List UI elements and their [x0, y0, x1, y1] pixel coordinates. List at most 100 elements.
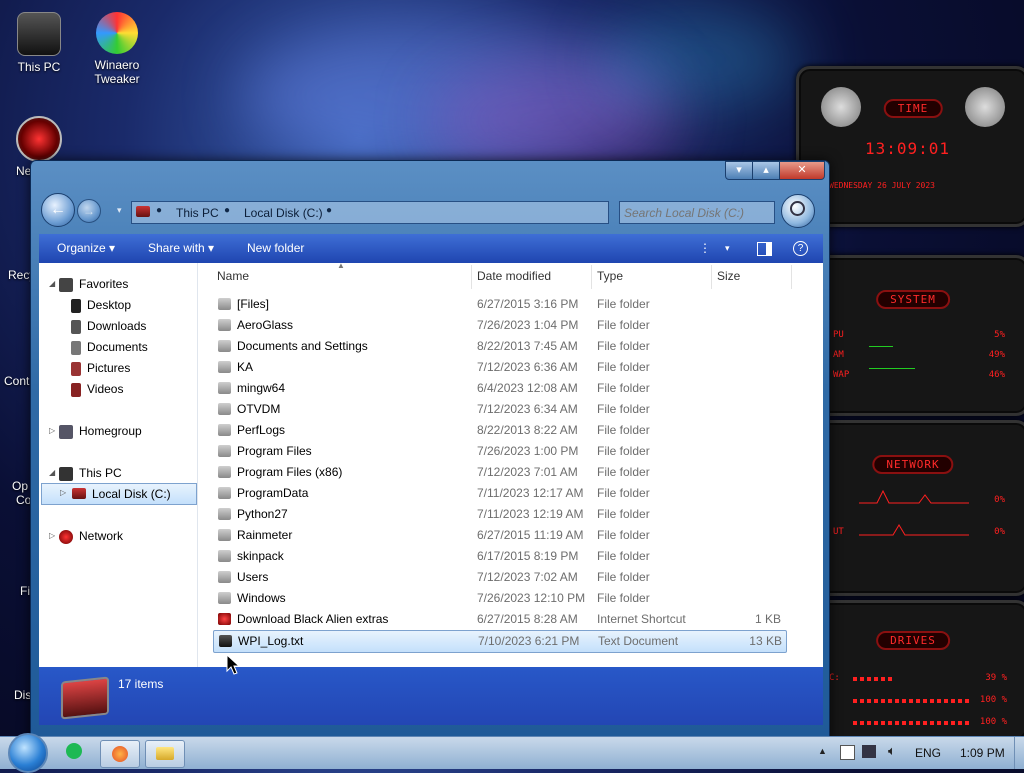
date-readout: WEDNESDAY 26 JULY 2023	[829, 181, 935, 190]
table-row[interactable]: PerfLogs 8/22/2013 8:22 AM File folder	[213, 420, 785, 441]
net-out-label: UT	[833, 527, 844, 537]
taskbar-app-spotify[interactable]	[66, 743, 82, 759]
help-button[interactable]: ?	[793, 241, 808, 256]
gadget-title: NETWORK	[872, 455, 954, 474]
column-divider[interactable]	[471, 265, 472, 289]
change-view-button[interactable]: ⋮	[699, 241, 711, 255]
folder-icon	[218, 592, 231, 604]
view-options-dropdown[interactable]: ▾	[725, 243, 730, 254]
nav-label: Pictures	[87, 361, 131, 375]
nav-this-pc[interactable]: This PC	[59, 463, 122, 483]
computer-icon	[59, 466, 73, 481]
table-row[interactable]: Windows 7/26/2023 12:10 PM File folder	[213, 588, 785, 609]
table-row[interactable]: OTVDM 7/12/2023 6:34 AM File folder	[213, 399, 785, 420]
volume-icon[interactable]: 🔈︎	[888, 743, 896, 759]
table-row[interactable]: mingw64 6/4/2023 12:08 AM File folder	[213, 378, 785, 399]
preview-pane-button[interactable]	[757, 242, 772, 256]
table-row[interactable]: Users 7/12/2023 7:02 AM File folder	[213, 567, 785, 588]
column-divider[interactable]	[711, 265, 712, 289]
file-date: 7/11/2023 12:19 AM	[477, 507, 584, 521]
column-header-size[interactable]: Size	[717, 269, 740, 283]
share-with-menu[interactable]: Share with ▾	[148, 241, 214, 255]
column-header-name[interactable]: Name	[217, 269, 249, 283]
search-box[interactable]	[619, 201, 775, 224]
show-desktop-button[interactable]	[1014, 737, 1024, 769]
file-type: File folder	[597, 318, 650, 332]
collapsed-triangle-icon[interactable]: ▷	[60, 488, 66, 497]
clock[interactable]: 1:09 PM	[960, 746, 1005, 760]
collapsed-triangle-icon[interactable]: ▷	[49, 531, 55, 540]
table-row[interactable]: Rainmeter 6/27/2015 11:19 AM File folder	[213, 525, 785, 546]
minimize-button[interactable]: ▾	[725, 161, 753, 180]
table-row[interactable]: [Files] 6/27/2015 3:16 PM File folder	[213, 294, 785, 315]
taskbar: ▲ 🔈︎ ENG 1:09 PM	[0, 733, 1024, 773]
breadcrumb-local-disk[interactable]: Local Disk (C:)	[244, 206, 323, 220]
column-header-date[interactable]: Date modified	[477, 269, 551, 283]
table-row[interactable]: Program Files (x86) 7/12/2023 7:01 AM File…	[213, 462, 785, 483]
table-row[interactable]: AeroGlass 7/26/2023 1:04 PM File folder	[213, 315, 785, 336]
table-row[interactable]: ProgramData 7/11/2023 12:17 AM File folder	[213, 483, 785, 504]
nav-local-disk-selected[interactable]: ▷ Local Disk (C:)	[41, 483, 197, 505]
address-bar[interactable]: ● This PC ● Local Disk (C:) ●	[131, 201, 609, 224]
column-header-type[interactable]: Type	[597, 269, 623, 283]
computer-icon	[17, 12, 61, 56]
maximize-button[interactable]: ▴	[752, 161, 780, 180]
nav-label: Desktop	[87, 298, 132, 312]
language-indicator[interactable]: ENG	[915, 746, 941, 760]
expand-triangle-icon[interactable]: ◢	[49, 468, 55, 477]
forward-button[interactable]: →	[77, 199, 101, 223]
file-type: File folder	[597, 423, 650, 437]
file-type: File folder	[597, 549, 650, 563]
breadcrumb-this-pc[interactable]: This PC	[176, 206, 219, 220]
desktop-label-firefox-partial: Fi	[20, 584, 30, 598]
nav-desktop[interactable]: Desktop	[71, 295, 131, 315]
file-type: File folder	[597, 528, 650, 542]
desktop-icon-network[interactable]	[0, 116, 78, 166]
desktop-icon-this-pc[interactable]: This PC	[0, 12, 78, 74]
nav-documents[interactable]: Documents	[71, 337, 148, 357]
organize-menu[interactable]: Organize ▾	[57, 241, 115, 255]
collapsed-triangle-icon[interactable]: ▷	[49, 426, 55, 435]
nav-pictures[interactable]: Pictures	[71, 358, 130, 378]
drive-label: C:	[829, 673, 840, 683]
back-button[interactable]: ←	[41, 193, 75, 227]
desktop-icon-winaero-tweaker[interactable]: Winaero Tweaker	[78, 12, 156, 86]
column-divider[interactable]	[791, 265, 792, 289]
desktop-label-discord-partial: Dis	[14, 688, 32, 702]
stat-value: 5%	[994, 330, 1005, 340]
file-name: Program Files (x86)	[237, 465, 343, 479]
search-button[interactable]	[781, 194, 815, 228]
new-folder-button[interactable]: New folder	[247, 241, 304, 255]
share-with-label: Share with	[148, 241, 205, 255]
table-row[interactable]: WPI_Log.txt 7/10/2023 6:21 PM Text Documen…	[213, 630, 787, 653]
table-row[interactable]: Documents and Settings 8/22/2013 7:45 AM F…	[213, 336, 785, 357]
swap-bar	[869, 368, 915, 369]
nav-favorites[interactable]: Favorites	[59, 274, 128, 294]
nav-downloads[interactable]: Downloads	[71, 316, 146, 336]
taskbar-app-firefox[interactable]	[100, 740, 140, 768]
show-hidden-icons-button[interactable]: ▲	[818, 746, 827, 756]
breadcrumb-separator: ●	[156, 205, 163, 216]
start-button[interactable]	[8, 733, 48, 773]
desktop-icon-label: Winaero Tweaker	[94, 58, 140, 86]
search-input[interactable]	[620, 202, 774, 223]
stat-label: WAP	[833, 370, 850, 380]
taskbar-app-explorer[interactable]	[145, 740, 185, 768]
nav-network[interactable]: Network	[59, 526, 123, 546]
close-button[interactable]: ✕	[779, 161, 825, 180]
stat-value: 46%	[988, 370, 1005, 380]
folder-icon	[218, 529, 231, 541]
column-divider[interactable]	[591, 265, 592, 289]
table-row[interactable]: Python27 7/11/2023 12:19 AM File folder	[213, 504, 785, 525]
action-center-icon[interactable]	[840, 745, 855, 760]
table-row[interactable]: Download Black Alien extras 6/27/2015 8:2…	[213, 609, 785, 630]
nav-homegroup[interactable]: Homegroup	[59, 421, 142, 441]
expand-triangle-icon[interactable]: ◢	[49, 279, 55, 288]
table-row[interactable]: skinpack 6/17/2015 8:19 PM File folder	[213, 546, 785, 567]
table-row[interactable]: KA 7/12/2023 6:36 AM File folder	[213, 357, 785, 378]
table-row[interactable]: Program Files 7/26/2023 1:00 PM File folde…	[213, 441, 785, 462]
nav-videos[interactable]: Videos	[71, 379, 123, 399]
recent-locations-dropdown[interactable]: ▾	[117, 205, 122, 216]
file-date: 6/27/2015 3:16 PM	[477, 297, 579, 311]
network-tray-icon[interactable]	[862, 745, 876, 758]
